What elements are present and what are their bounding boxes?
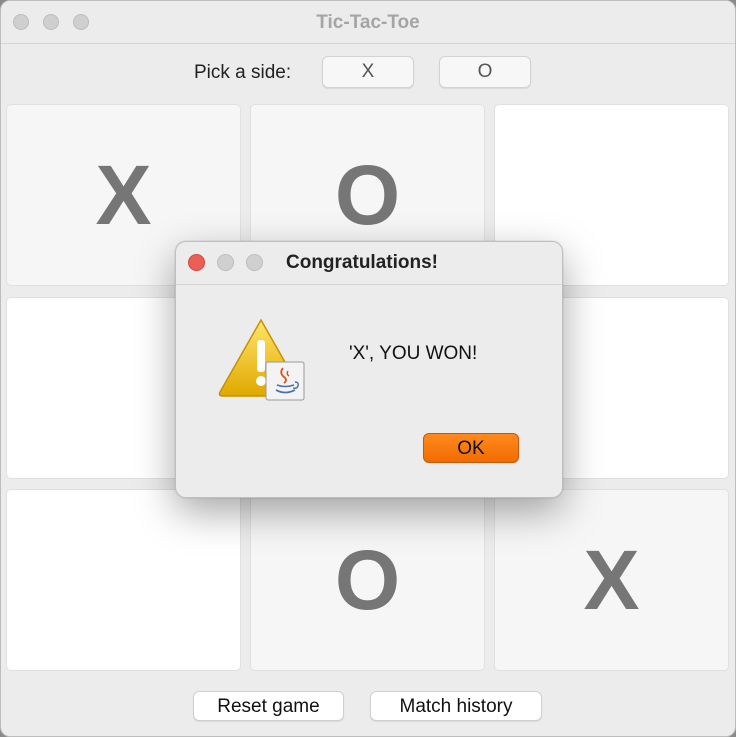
warning-java-icon: [218, 318, 305, 401]
board-cell-7[interactable]: [6, 489, 241, 671]
dialog-message: 'X', YOU WON!: [349, 343, 478, 364]
board-cell-9[interactable]: X: [494, 489, 729, 671]
pick-side-label: Pick a side:: [194, 62, 292, 83]
pick-o-button[interactable]: O: [439, 56, 531, 88]
dialog-minimize-button[interactable]: [217, 254, 234, 271]
side-picker: Pick a side: X O: [1, 56, 735, 88]
match-history-button[interactable]: Match history: [370, 691, 542, 721]
reset-game-button[interactable]: Reset game: [193, 691, 344, 721]
board-cell-8[interactable]: O: [250, 489, 485, 671]
ok-button[interactable]: OK: [423, 433, 519, 463]
congratulations-dialog: Congratulations! 'X', YOU WON! OK: [175, 241, 563, 498]
dialog-title-bar: Congratulations!: [176, 242, 562, 285]
dialog-close-button[interactable]: [188, 254, 205, 271]
main-window: Tic-Tac-Toe Pick a side: X O X O O X Res…: [0, 0, 736, 737]
window-title: Tic-Tac-Toe: [316, 12, 420, 33]
title-bar: Tic-Tac-Toe: [1, 1, 735, 44]
dialog-title: Congratulations!: [286, 252, 438, 273]
pick-x-button[interactable]: X: [322, 56, 414, 88]
dialog-zoom-button[interactable]: [246, 254, 263, 271]
